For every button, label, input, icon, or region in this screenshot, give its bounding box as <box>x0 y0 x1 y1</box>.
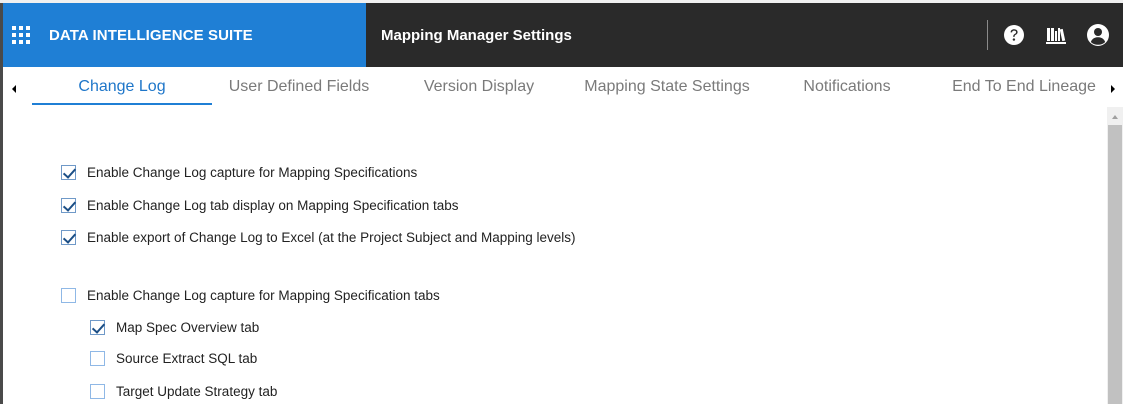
title-bar: Mapping Manager Settings <box>366 3 1123 67</box>
tab-version-display[interactable]: Version Display <box>408 67 550 107</box>
change-log-settings-panel: Enable Change Log capture for Mapping Sp… <box>3 107 1105 404</box>
checkbox-unchecked[interactable] <box>61 287 76 303</box>
tab-notifications[interactable]: Notifications <box>789 67 905 107</box>
tab-end-to-end-lineage[interactable]: End To End Lineage <box>943 67 1105 107</box>
help-icon[interactable] <box>1002 23 1026 47</box>
option-label: Enable Change Log capture for Mapping Sp… <box>87 164 418 180</box>
vertical-scrollbar[interactable] <box>1107 107 1123 404</box>
option-label: Enable Change Log capture for Mapping Sp… <box>87 287 440 303</box>
sub-option-map-spec-overview[interactable]: Map Spec Overview tab <box>90 317 259 337</box>
option-capture-mapping-specs[interactable]: Enable Change Log capture for Mapping Sp… <box>61 162 417 182</box>
brand-name: DATA INTELLIGENCE SUITE <box>49 26 253 44</box>
option-label: Enable export of Change Log to Excel (at… <box>87 229 576 245</box>
checkbox-unchecked[interactable] <box>90 350 105 366</box>
scroll-up-icon[interactable] <box>1107 111 1123 123</box>
toolbar-divider <box>987 20 988 50</box>
user-account-icon[interactable] <box>1086 23 1110 47</box>
option-label: Source Extract SQL tab <box>116 350 258 366</box>
tab-change-log[interactable]: Change Log <box>32 67 212 107</box>
checkbox-checked[interactable] <box>90 319 105 335</box>
option-export-excel[interactable]: Enable export of Change Log to Excel (at… <box>61 227 576 247</box>
top-bar: DATA INTELLIGENCE SUITE Mapping Manager … <box>3 3 1123 67</box>
option-label: Map Spec Overview tab <box>116 319 260 335</box>
tab-mapping-state-settings[interactable]: Mapping State Settings <box>568 67 766 107</box>
option-capture-spec-tabs[interactable]: Enable Change Log capture for Mapping Sp… <box>61 285 440 305</box>
option-label: Enable Change Log tab display on Mapping… <box>87 197 459 213</box>
option-label: Target Update Strategy tab <box>116 383 278 399</box>
checkbox-checked[interactable] <box>61 197 76 213</box>
brand-area: DATA INTELLIGENCE SUITE <box>3 3 366 67</box>
sub-option-target-update-strategy[interactable]: Target Update Strategy tab <box>90 381 277 401</box>
checkbox-checked[interactable] <box>61 164 76 180</box>
tab-scroll-right-icon[interactable] <box>1105 80 1121 98</box>
tab-user-defined-fields[interactable]: User Defined Fields <box>215 67 383 107</box>
page-title: Mapping Manager Settings <box>381 26 572 44</box>
option-tab-display[interactable]: Enable Change Log tab display on Mapping… <box>61 195 459 215</box>
checkbox-unchecked[interactable] <box>90 383 105 399</box>
library-icon[interactable] <box>1044 23 1068 47</box>
tab-scroll-left-icon[interactable] <box>6 80 22 98</box>
settings-tab-bar: Change Log User Defined Fields Version D… <box>3 67 1123 107</box>
sub-option-source-extract-sql[interactable]: Source Extract SQL tab <box>90 348 257 368</box>
checkbox-checked[interactable] <box>61 229 76 245</box>
app-window: DATA INTELLIGENCE SUITE Mapping Manager … <box>0 0 1123 404</box>
apps-grid-icon[interactable] <box>12 26 30 44</box>
scrollbar-thumb[interactable] <box>1108 125 1122 404</box>
toolbar-icons <box>1002 3 1123 67</box>
